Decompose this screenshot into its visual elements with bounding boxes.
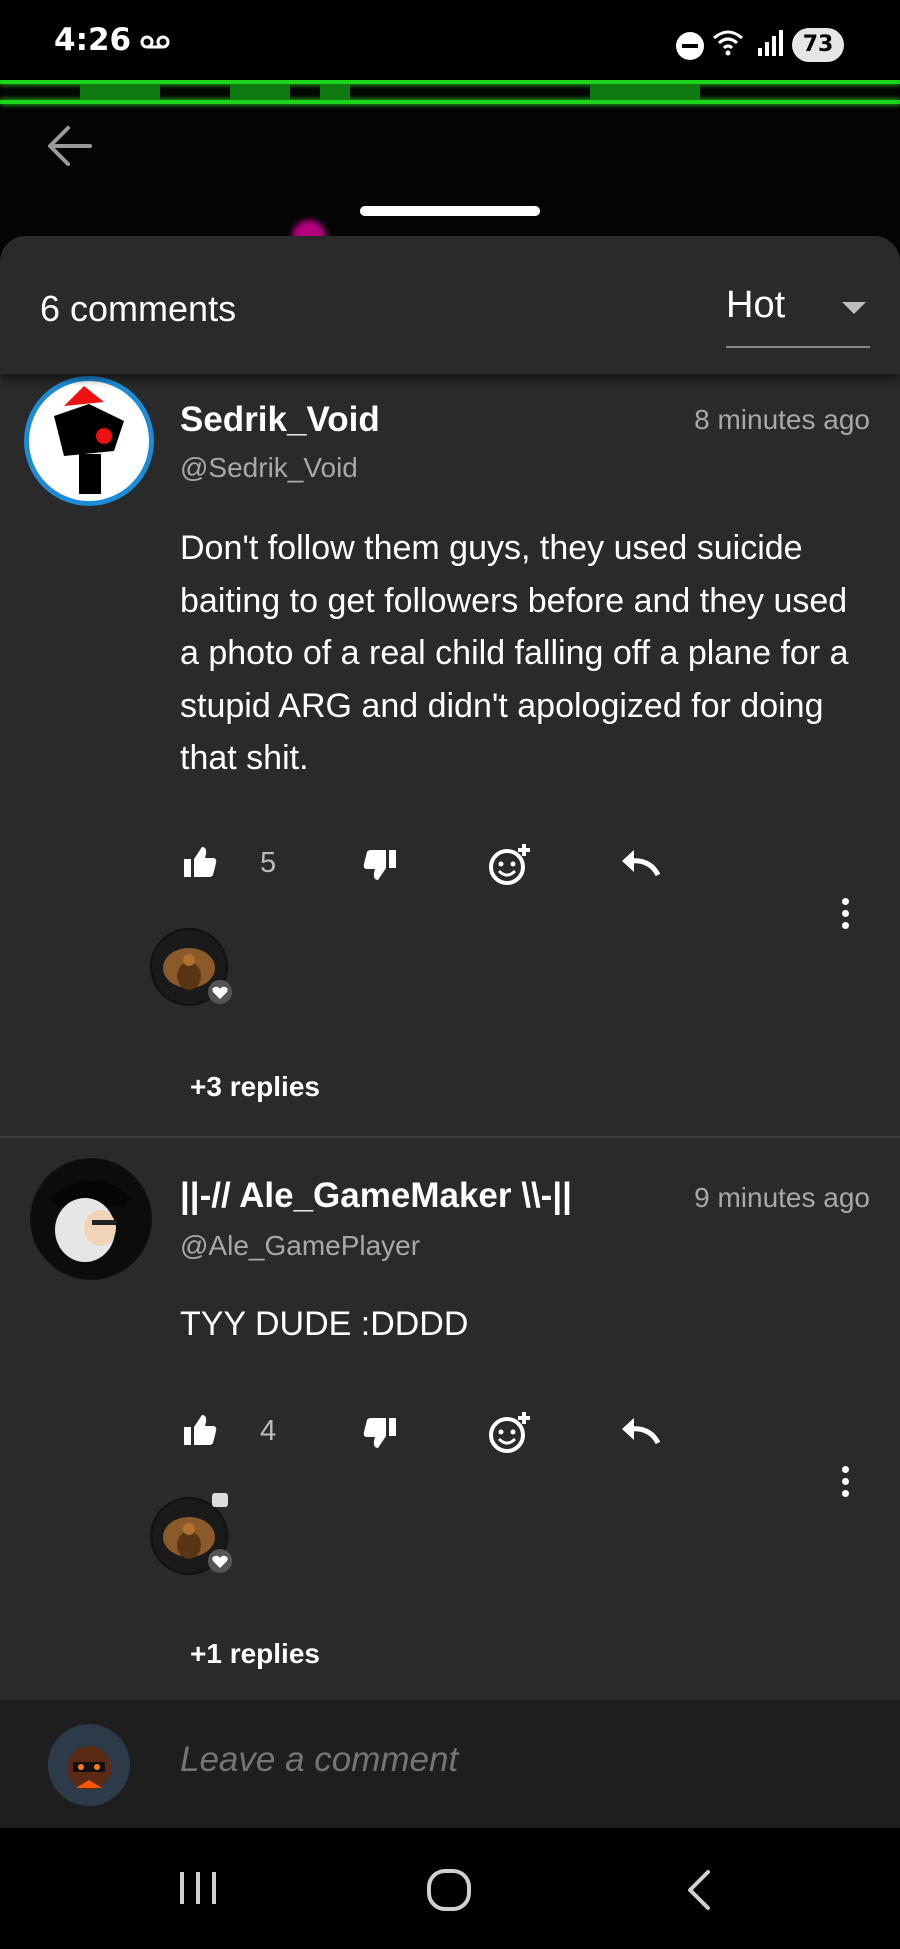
thumbs-up-icon[interactable] xyxy=(182,1413,218,1447)
like-count: 5 xyxy=(260,847,277,879)
view-replies-link[interactable]: +3 replies xyxy=(190,1071,320,1103)
more-vertical-icon[interactable] xyxy=(842,898,852,934)
neon-block xyxy=(590,84,700,100)
voicemail-icon xyxy=(140,35,170,49)
comment-input[interactable] xyxy=(180,1740,840,1780)
do-not-disturb-icon xyxy=(676,32,704,60)
home-icon[interactable] xyxy=(426,1868,472,1912)
comment-body: Don't follow them guys, they used suicid… xyxy=(180,529,849,777)
status-bar: 4:26 73 xyxy=(0,0,900,80)
status-time: 4:26 xyxy=(54,22,132,58)
comment-body: TYY DUDE :DDDD xyxy=(180,1305,469,1343)
comment-divider xyxy=(0,1136,900,1138)
avatar[interactable] xyxy=(24,376,154,506)
system-nav-bar xyxy=(0,1828,900,1949)
signal-icon xyxy=(758,30,783,56)
view-replies-link[interactable]: +1 replies xyxy=(190,1638,320,1670)
drag-handle[interactable] xyxy=(360,206,540,216)
neon-block xyxy=(80,84,160,100)
sort-dropdown[interactable]: Hot xyxy=(726,276,870,348)
reply-avatar[interactable] xyxy=(150,1493,232,1575)
chevron-down-icon xyxy=(842,302,866,314)
back-arrow-icon[interactable] xyxy=(46,124,94,168)
user-handle: @Sedrik_Void xyxy=(180,452,358,483)
user-name[interactable]: ||-// Ale_GameMaker \\-|| xyxy=(180,1176,572,1216)
thumbs-up-icon[interactable] xyxy=(182,845,218,879)
add-reaction-icon[interactable] xyxy=(488,842,532,886)
neon-block xyxy=(230,84,290,100)
add-reaction-icon[interactable] xyxy=(488,1410,532,1454)
back-icon[interactable] xyxy=(684,1868,714,1912)
comment-timestamp: 9 minutes ago xyxy=(694,1182,870,1213)
user-name[interactable]: Sedrik_Void xyxy=(180,400,380,440)
neon-line xyxy=(0,100,900,104)
neon-block xyxy=(320,84,350,100)
reply-avatar[interactable] xyxy=(150,928,232,1006)
more-vertical-icon[interactable] xyxy=(842,1466,852,1502)
avatar[interactable] xyxy=(30,1158,152,1280)
like-count: 4 xyxy=(260,1415,277,1447)
recent-apps-icon[interactable] xyxy=(176,1868,220,1908)
chat-bubble-icon xyxy=(212,1493,228,1507)
wifi-icon xyxy=(713,30,743,56)
comment-composer xyxy=(0,1700,900,1828)
video-backdrop xyxy=(0,80,900,250)
sort-label: Hot xyxy=(726,284,786,326)
comment-timestamp: 8 minutes ago xyxy=(694,404,870,435)
heart-icon xyxy=(208,1549,232,1573)
comment-count: 6 comments xyxy=(40,288,237,329)
current-user-avatar xyxy=(48,1724,130,1806)
battery-indicator: 73 xyxy=(792,28,844,62)
thumbs-down-icon[interactable] xyxy=(362,848,398,882)
user-handle: @Ale_GamePlayer xyxy=(180,1230,421,1261)
comments-sheet xyxy=(0,236,900,1949)
reply-icon[interactable] xyxy=(620,848,660,878)
heart-icon xyxy=(208,980,232,1004)
reply-icon[interactable] xyxy=(620,1416,660,1446)
thumbs-down-icon[interactable] xyxy=(362,1416,398,1450)
